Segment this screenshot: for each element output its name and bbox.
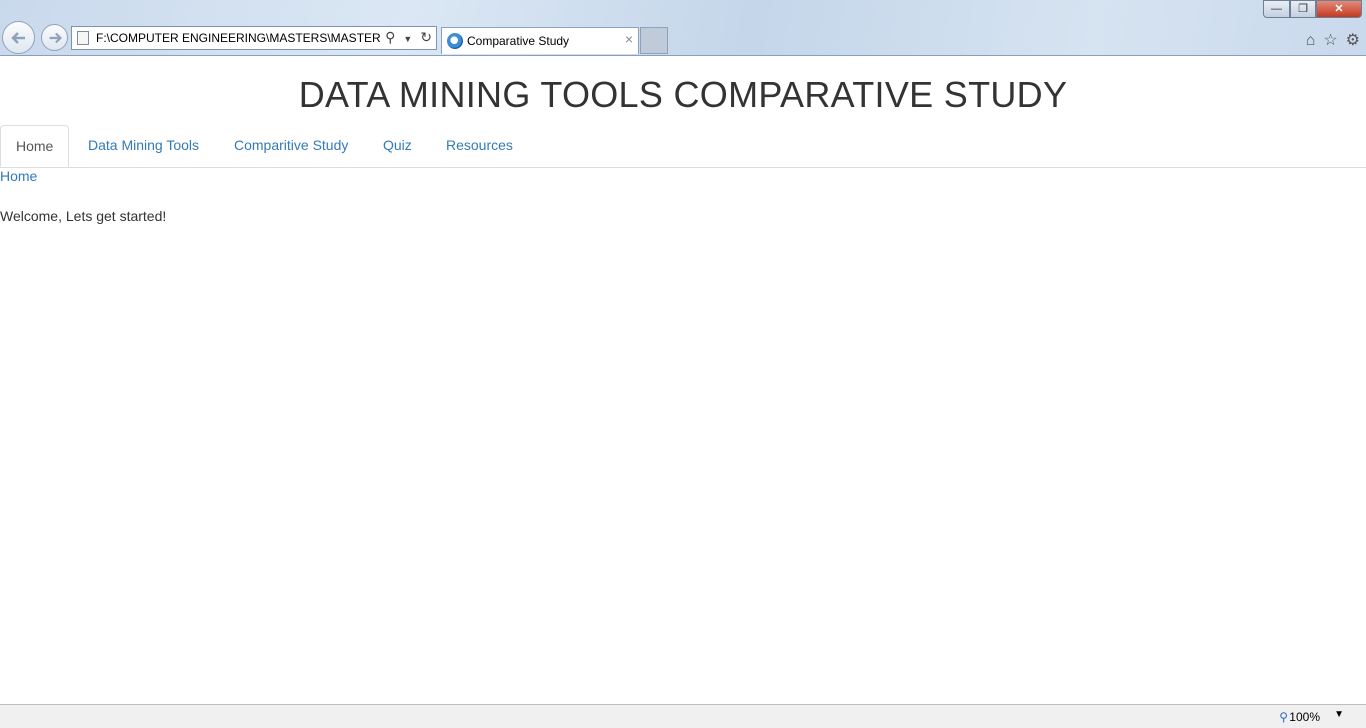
zoom-level[interactable]: 100% <box>1289 710 1320 724</box>
breadcrumb-home-link[interactable]: Home <box>0 168 37 184</box>
tab-close-button[interactable]: × <box>625 31 633 47</box>
forward-arrow-icon <box>49 32 62 44</box>
close-window-button[interactable]: ✕ <box>1316 0 1362 18</box>
minimize-button[interactable]: — <box>1263 0 1290 18</box>
address-bar[interactable]: F:\COMPUTER ENGINEERING\MASTERS\MASTERS … <box>71 26 437 50</box>
browser-chrome: F:\COMPUTER ENGINEERING\MASTERS\MASTERS … <box>0 0 1366 56</box>
web-page: DATA MINING TOOLS COMPARATIVE STUDY Home… <box>0 56 1366 704</box>
address-url[interactable]: F:\COMPUTER ENGINEERING\MASTERS\MASTERS … <box>96 31 380 45</box>
back-button[interactable] <box>2 21 35 54</box>
page-title: DATA MINING TOOLS COMPARATIVE STUDY <box>298 74 1068 115</box>
welcome-text: Welcome, Lets get started! <box>0 208 167 224</box>
maximize-button[interactable]: ❐ <box>1290 0 1316 18</box>
nav-tabs: Home Data Mining Tools Comparitive Study… <box>0 125 1366 168</box>
tab-title: Comparative Study <box>467 34 570 48</box>
gear-icon[interactable]: ⚙ <box>1346 30 1360 50</box>
browser-tab[interactable]: Comparative Study × <box>441 27 639 54</box>
tab-resources[interactable]: Resources <box>446 125 513 167</box>
ie-icon <box>447 33 463 49</box>
new-tab-button[interactable] <box>640 27 668 54</box>
refresh-icon[interactable]: ↻ <box>420 29 432 46</box>
tab-comparitive-study[interactable]: Comparitive Study <box>234 125 348 167</box>
back-arrow-icon <box>11 32 25 44</box>
tab-home[interactable]: Home <box>0 125 69 167</box>
search-icon[interactable]: ⚲ <box>385 29 395 46</box>
tab-data-mining-tools[interactable]: Data Mining Tools <box>88 125 199 167</box>
dropdown-icon[interactable]: ▼ <box>403 34 412 44</box>
page-icon <box>77 31 89 45</box>
home-icon[interactable]: ⌂ <box>1306 32 1316 50</box>
favorites-star-icon[interactable]: ☆ <box>1323 30 1337 50</box>
tab-quiz[interactable]: Quiz <box>383 125 412 167</box>
status-bar: ⚲ 100% ▼ <box>0 704 1366 728</box>
forward-button[interactable] <box>41 24 68 51</box>
zoom-dropdown-icon[interactable]: ▼ <box>1334 709 1344 720</box>
zoom-icon[interactable]: ⚲ <box>1279 710 1288 724</box>
